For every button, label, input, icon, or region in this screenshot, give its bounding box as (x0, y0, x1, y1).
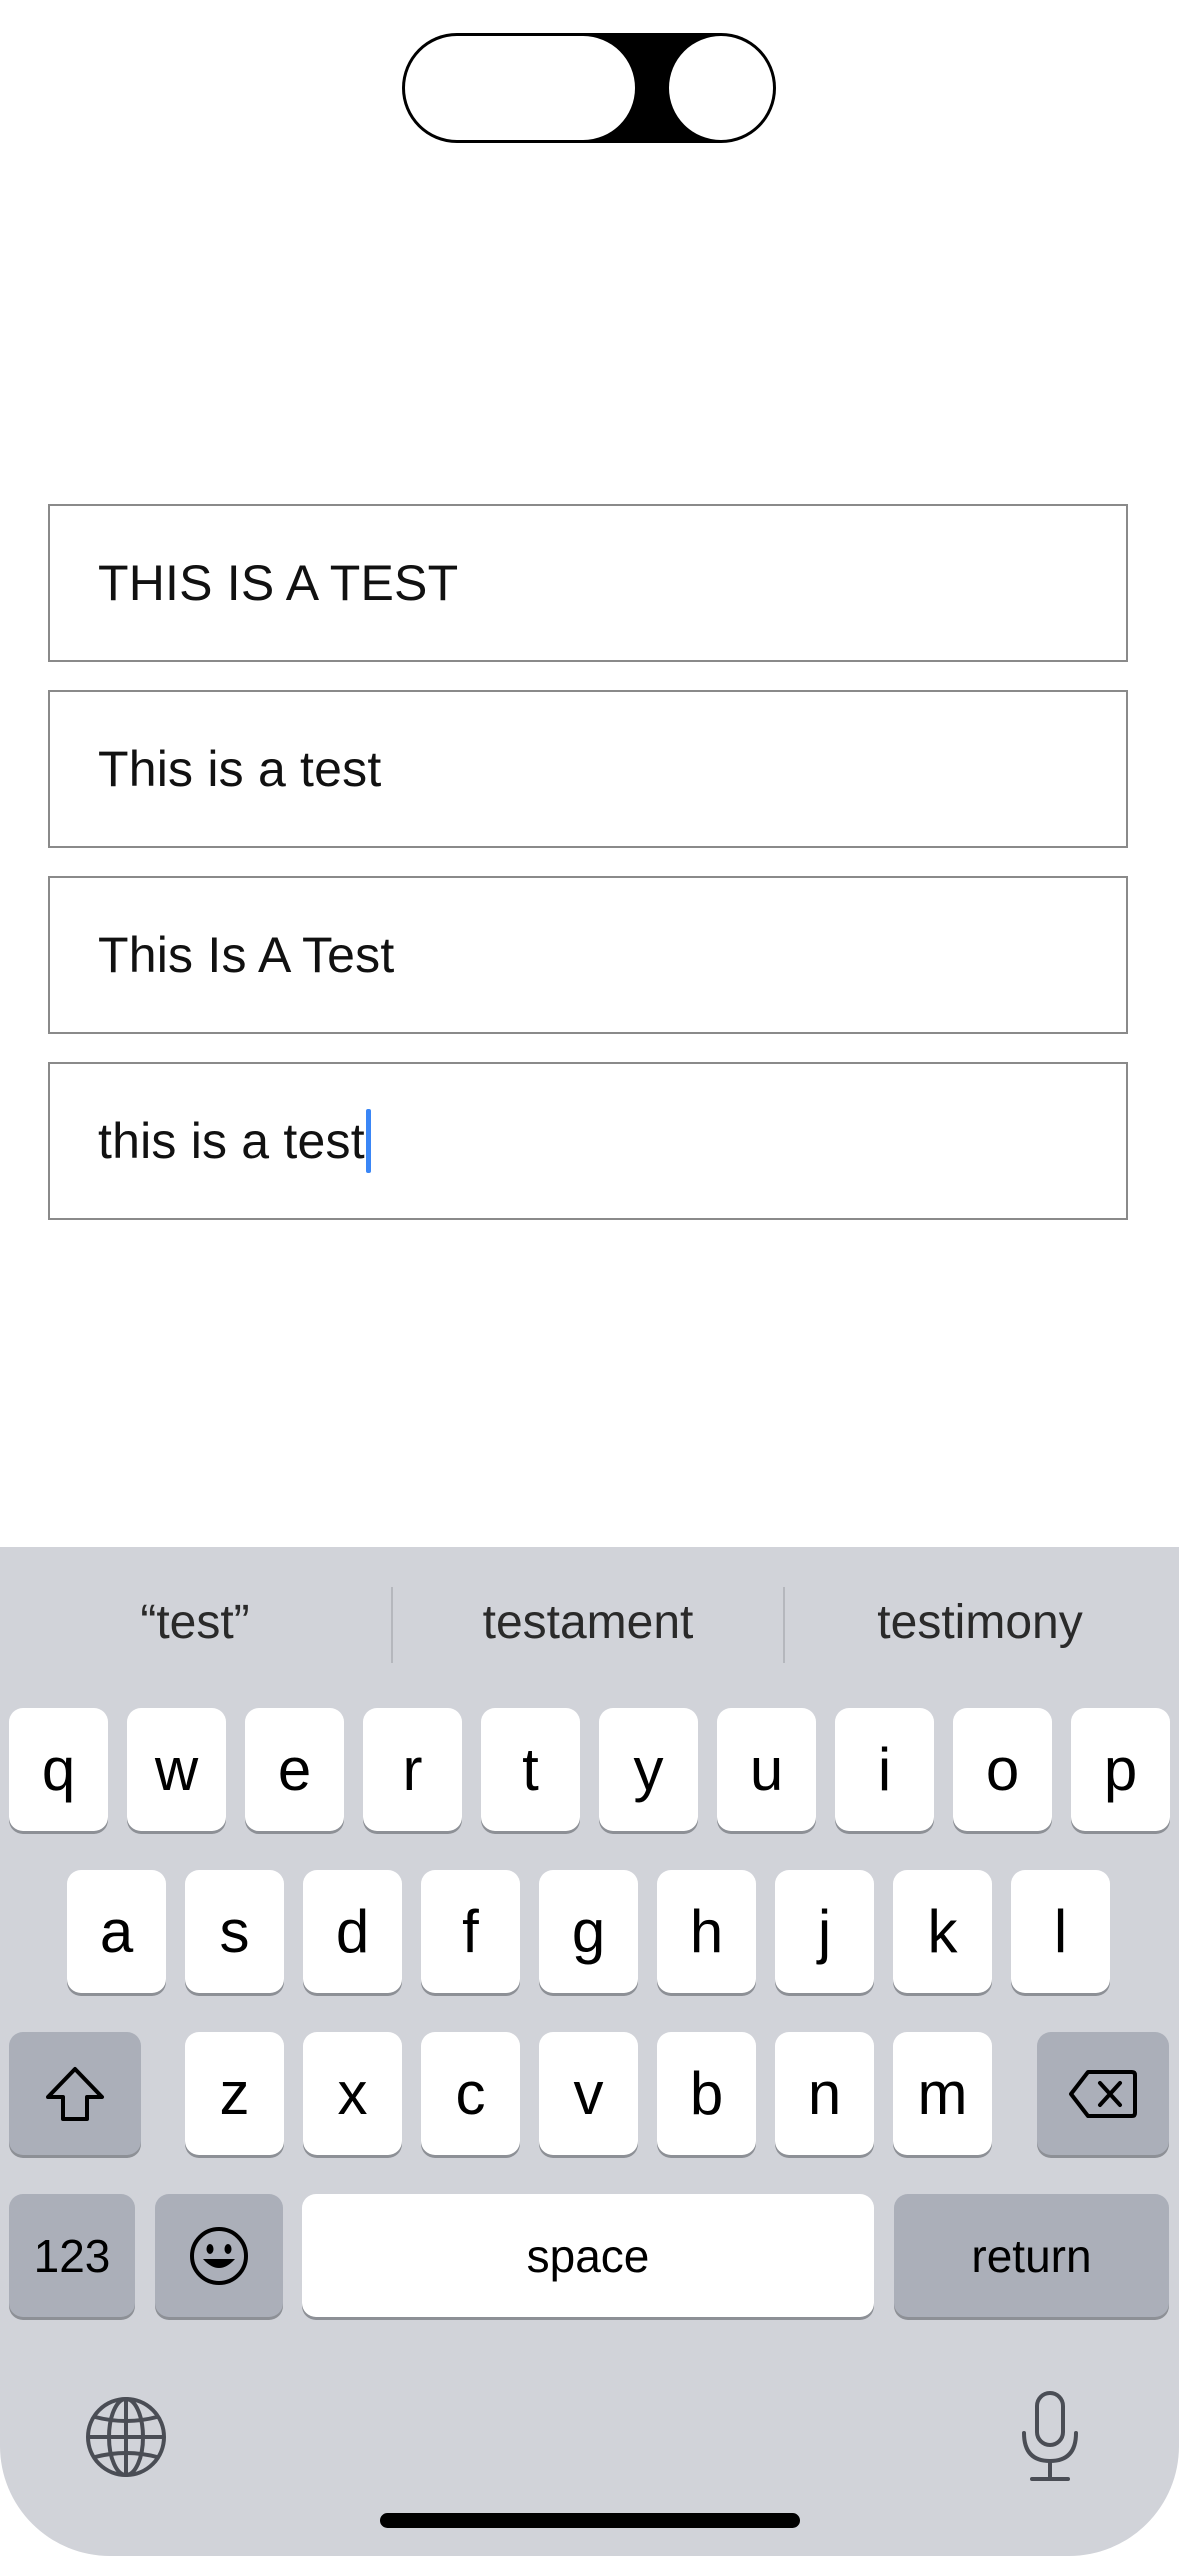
field-value: This Is A Test (98, 927, 395, 983)
key-a[interactable]: a (67, 1870, 166, 1993)
shift-icon (43, 2064, 107, 2124)
suggestion-item[interactable]: “test” (0, 1547, 390, 1699)
emoji-icon (188, 2225, 250, 2287)
text-field-title-case[interactable]: This Is A Test (48, 876, 1128, 1034)
key-x[interactable]: x (303, 2032, 402, 2155)
key-t[interactable]: t (481, 1708, 580, 1831)
return-key-label: return (971, 2229, 1092, 2282)
delete-icon (1068, 2068, 1138, 2120)
space-key[interactable]: space (302, 2194, 874, 2317)
numbers-key[interactable]: 123 (9, 2194, 135, 2317)
key-q[interactable]: q (9, 1708, 108, 1831)
text-caret (365, 1108, 371, 1173)
island-left-segment (405, 36, 635, 140)
key-o[interactable]: o (953, 1708, 1052, 1831)
key-h[interactable]: h (657, 1870, 756, 1993)
key-n[interactable]: n (775, 2032, 874, 2155)
key-e[interactable]: e (245, 1708, 344, 1831)
key-b[interactable]: b (657, 2032, 756, 2155)
numbers-key-label: 123 (33, 2229, 111, 2282)
text-field-uppercase[interactable]: THIS IS A TEST (48, 504, 1128, 662)
text-field-sentence[interactable]: This is a test (48, 690, 1128, 848)
key-r[interactable]: r (363, 1708, 462, 1831)
keyboard: “test” testament testimony q w e r t y u… (0, 1547, 1179, 2556)
field-value-container: this is a test (98, 1064, 371, 1218)
suggestion-item[interactable]: testament (393, 1547, 783, 1699)
key-y[interactable]: y (599, 1708, 698, 1831)
microphone-icon (1018, 2389, 1082, 2485)
key-z[interactable]: z (185, 2032, 284, 2155)
field-value: This is a test (98, 741, 382, 797)
key-c[interactable]: c (421, 2032, 520, 2155)
key-g[interactable]: g (539, 1870, 638, 1993)
emoji-key[interactable] (155, 2194, 283, 2317)
text-field-lowercase-focused[interactable]: this is a test (48, 1062, 1128, 1220)
key-k[interactable]: k (893, 1870, 992, 1993)
key-j[interactable]: j (775, 1870, 874, 1993)
microphone-button[interactable] (1018, 2389, 1082, 2485)
key-u[interactable]: u (717, 1708, 816, 1831)
key-l[interactable]: l (1011, 1870, 1110, 1993)
delete-key[interactable] (1037, 2032, 1169, 2155)
key-f[interactable]: f (421, 1870, 520, 1993)
key-s[interactable]: s (185, 1870, 284, 1993)
key-i[interactable]: i (835, 1708, 934, 1831)
space-key-label: space (526, 2229, 650, 2282)
key-p[interactable]: p (1071, 1708, 1170, 1831)
globe-icon (84, 2395, 168, 2479)
key-m[interactable]: m (893, 2032, 992, 2155)
suggestion-bar: “test” testament testimony (0, 1547, 1179, 1699)
island-right-segment (669, 36, 773, 140)
suggestion-item[interactable]: testimony (785, 1547, 1175, 1699)
field-value: THIS IS A TEST (98, 555, 459, 611)
key-w[interactable]: w (127, 1708, 226, 1831)
return-key[interactable]: return (894, 2194, 1169, 2317)
home-indicator[interactable] (380, 2513, 800, 2528)
dynamic-island (402, 33, 776, 143)
key-d[interactable]: d (303, 1870, 402, 1993)
shift-key[interactable] (9, 2032, 141, 2155)
globe-button[interactable] (84, 2395, 168, 2479)
field-value: this is a test (98, 1113, 365, 1169)
key-v[interactable]: v (539, 2032, 638, 2155)
